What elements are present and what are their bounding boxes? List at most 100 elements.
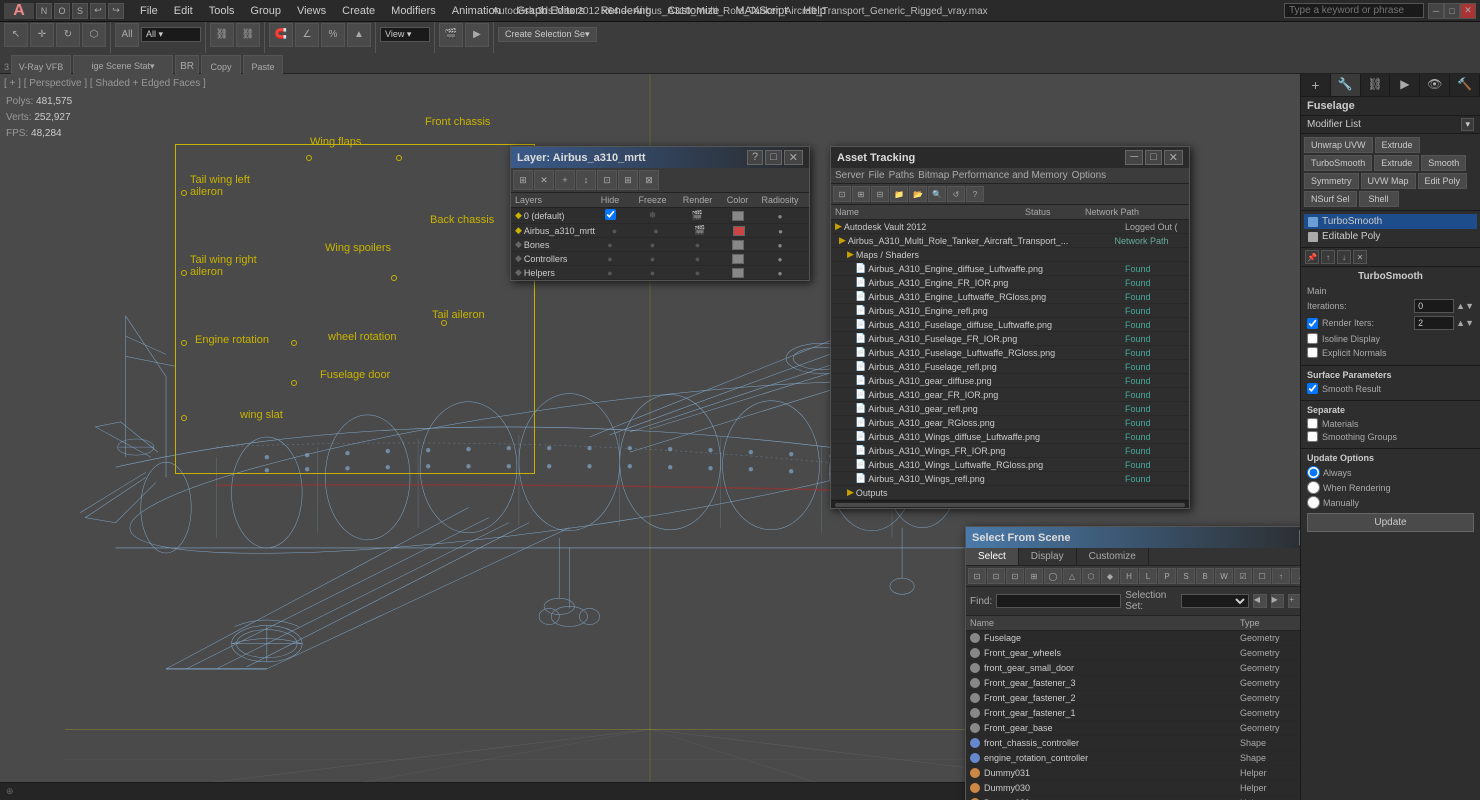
- layer-tool-4[interactable]: ↕: [576, 170, 596, 190]
- mod-btn-symmetry[interactable]: Symmetry: [1304, 173, 1359, 189]
- asset-row-wings-rg[interactable]: 📄 Airbus_A310_Wings_Luftwaffe_RGloss.png…: [831, 458, 1189, 472]
- select-btn[interactable]: ↖: [4, 23, 28, 47]
- sfs-row-fgb[interactable]: Front_gear_base Geometry: [966, 721, 1300, 736]
- sfs-icon-6[interactable]: △: [1063, 568, 1081, 584]
- asset-menu-bitmap[interactable]: Bitmap Performance and Memory: [918, 170, 1068, 181]
- sfs-icon-5[interactable]: ◯: [1044, 568, 1062, 584]
- mod-btn-smooth[interactable]: Smooth: [1421, 155, 1466, 171]
- sfs-icon-7[interactable]: ⬡: [1082, 568, 1100, 584]
- menu-modifiers[interactable]: Modifiers: [383, 3, 444, 19]
- up-btn[interactable]: ↑: [1321, 250, 1335, 264]
- sfs-row-fgsm-door[interactable]: front_gear_small_door Geometry: [966, 661, 1300, 676]
- asset-row-gear-diff[interactable]: 📄 Airbus_A310_gear_diffuse.png Found: [831, 374, 1189, 388]
- asset-row-eng-diff[interactable]: 📄 Airbus_A310_Engine_diffuse_Luftwaffe.p…: [831, 262, 1189, 276]
- menu-file[interactable]: File: [132, 3, 166, 19]
- scale-btn[interactable]: ⬡: [82, 23, 106, 47]
- search-input[interactable]: [1284, 3, 1424, 18]
- sfs-icon-16[interactable]: ☐: [1253, 568, 1271, 584]
- when-rendering-radio[interactable]: [1307, 481, 1320, 494]
- sfs-row-fcc[interactable]: front_chassis_controller Shape: [966, 736, 1300, 751]
- asset-row-outputs[interactable]: ▶ Outputs: [831, 486, 1189, 500]
- ts-isoline-check[interactable]: [1307, 333, 1318, 344]
- percent-snap-btn[interactable]: %: [321, 23, 345, 47]
- color-ctrl[interactable]: [732, 254, 744, 264]
- sfs-row-erc[interactable]: engine_rotation_controller Shape: [966, 751, 1300, 766]
- asset-icon-6[interactable]: 🔍: [928, 186, 946, 202]
- sfs-icon-18[interactable]: ↓: [1291, 568, 1300, 584]
- sfs-icon-4[interactable]: ⊞: [1025, 568, 1043, 584]
- render-setup-btn[interactable]: 🎬: [439, 23, 463, 47]
- sfs-icon-17[interactable]: ↑: [1272, 568, 1290, 584]
- mod-btn-editpoly[interactable]: Edit Poly: [1418, 173, 1468, 189]
- close-btn[interactable]: ✕: [1460, 3, 1476, 19]
- spinner-snap-btn[interactable]: ▲: [347, 23, 371, 47]
- asset-icon-4[interactable]: 📁: [890, 186, 908, 202]
- asset-icon-8[interactable]: ?: [966, 186, 984, 202]
- move-btn[interactable]: ✛: [30, 23, 54, 47]
- asset-close[interactable]: ✕: [1164, 150, 1183, 165]
- color-1[interactable]: [733, 226, 745, 236]
- sfs-icon-9[interactable]: H: [1120, 568, 1138, 584]
- asset-icon-5[interactable]: 📂: [909, 186, 927, 202]
- menu-edit[interactable]: Edit: [166, 3, 201, 19]
- modifier-editablepoly[interactable]: Editable Poly: [1304, 229, 1477, 244]
- sfs-close[interactable]: ✕: [1299, 530, 1300, 545]
- layer-tool-7[interactable]: ⊠: [639, 170, 659, 190]
- sfs-icon-10[interactable]: L: [1139, 568, 1157, 584]
- sfs-find-input[interactable]: [996, 594, 1121, 608]
- sfs-row-dummy029[interactable]: Dummy029 Helper: [966, 796, 1300, 800]
- asset-row-maps[interactable]: ▶ Maps / Shaders: [831, 248, 1189, 262]
- layer-row-default[interactable]: ◆ 0 (default) ❄ 🎬 ●: [511, 208, 809, 224]
- layer-tool-6[interactable]: ⊞: [618, 170, 638, 190]
- sfs-selset-btn-3[interactable]: +: [1288, 594, 1300, 608]
- sfs-selset-dropdown[interactable]: [1181, 594, 1249, 608]
- sfs-tab-customize[interactable]: Customize: [1077, 548, 1149, 565]
- render-btn[interactable]: ▶: [465, 23, 489, 47]
- menu-tools[interactable]: Tools: [201, 3, 243, 19]
- sfs-row-dummy031[interactable]: Dummy031 Helper: [966, 766, 1300, 781]
- color-help[interactable]: [732, 268, 744, 278]
- color-0[interactable]: [732, 211, 744, 221]
- save-btn[interactable]: S: [72, 3, 88, 19]
- materials-check[interactable]: [1307, 418, 1318, 429]
- new-btn[interactable]: N: [36, 3, 52, 19]
- asset-row-eng-fr[interactable]: 📄 Airbus_A310_Engine_FR_IOR.png Found: [831, 276, 1189, 290]
- asset-row-eng-refl[interactable]: 📄 Airbus_A310_Engine_refl.png Found: [831, 304, 1189, 318]
- asset-menu-server[interactable]: Server: [835, 170, 864, 181]
- link-btn[interactable]: ⛓: [210, 23, 234, 47]
- sfs-icon-11[interactable]: P: [1158, 568, 1176, 584]
- asset-max[interactable]: □: [1145, 150, 1162, 165]
- snap-btn[interactable]: 🧲: [269, 23, 293, 47]
- modifier-turbosmooth[interactable]: TurboSmooth: [1304, 214, 1477, 229]
- smoothing-check[interactable]: [1307, 431, 1318, 442]
- tab-display[interactable]: 👁: [1420, 74, 1450, 96]
- asset-row-wings-refl[interactable]: 📄 Airbus_A310_Wings_refl.png Found: [831, 472, 1189, 486]
- mod-btn-extrude1[interactable]: Extrude: [1375, 137, 1420, 153]
- sfs-tab-display[interactable]: Display: [1019, 548, 1077, 565]
- layer-tool-2[interactable]: ✕: [534, 170, 554, 190]
- always-radio[interactable]: [1307, 466, 1320, 479]
- asset-row-gear-refl[interactable]: 📄 Airbus_A310_gear_refl.png Found: [831, 402, 1189, 416]
- sfs-icon-8[interactable]: ◆: [1101, 568, 1119, 584]
- pin-btn[interactable]: 📌: [1305, 250, 1319, 264]
- sfs-icon-15[interactable]: ☑: [1234, 568, 1252, 584]
- view-dropdown[interactable]: View ▾: [380, 27, 430, 42]
- asset-row-fus-diff[interactable]: 📄 Airbus_A310_Fuselage_diffuse_Luftwaffe…: [831, 318, 1189, 332]
- sfs-row-fuselage[interactable]: Fuselage Geometry: [966, 631, 1300, 646]
- asset-row-fus-rg[interactable]: 📄 Airbus_A310_Fuselage_Luftwaffe_RGloss.…: [831, 346, 1189, 360]
- mod-btn-nsurf[interactable]: NSurf Sel: [1304, 191, 1357, 207]
- asset-min[interactable]: ─: [1125, 150, 1143, 165]
- mod-btn-shell[interactable]: Shell: [1359, 191, 1399, 207]
- asset-row-fus-refl[interactable]: 📄 Airbus_A310_Fuselage_refl.png Found: [831, 360, 1189, 374]
- asset-icon-2[interactable]: ⊞: [852, 186, 870, 202]
- sfs-icon-1[interactable]: ⊡: [968, 568, 986, 584]
- layer-row-bones[interactable]: ◆ Bones ● ● ● ●: [511, 238, 809, 252]
- angle-snap-btn[interactable]: ∠: [295, 23, 319, 47]
- layer-dialog-close[interactable]: ✕: [784, 150, 803, 165]
- sfs-icon-12[interactable]: S: [1177, 568, 1195, 584]
- modifier-list-dropdown[interactable]: ▾: [1461, 118, 1474, 131]
- minimize-btn[interactable]: ─: [1428, 3, 1444, 19]
- smooth-result-check[interactable]: [1307, 383, 1318, 394]
- layer-dialog-min[interactable]: ?: [747, 150, 763, 165]
- layer-tool-5[interactable]: ⊡: [597, 170, 617, 190]
